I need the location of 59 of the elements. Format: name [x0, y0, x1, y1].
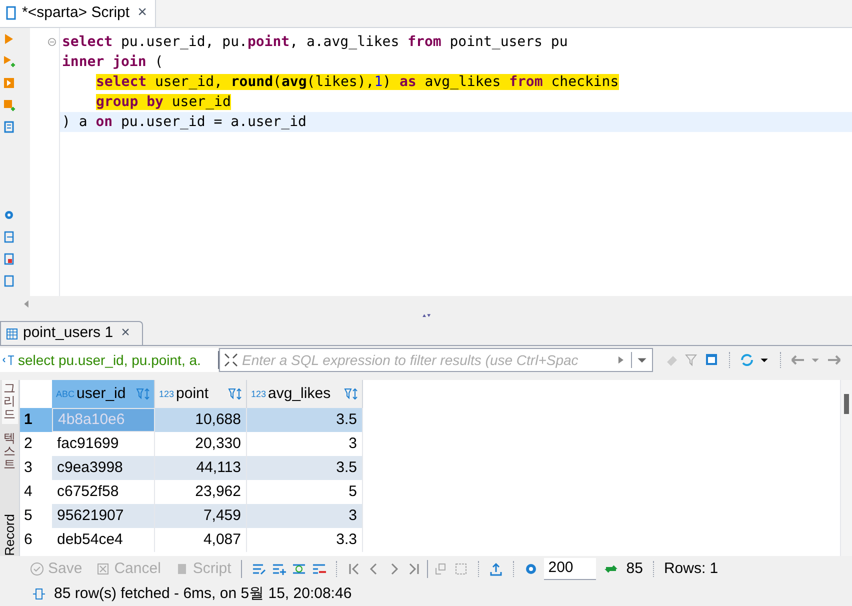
close-icon[interactable]: × — [134, 1, 151, 25]
tab-title: *<sparta> Script — [22, 2, 130, 23]
edit-row-icon[interactable] — [252, 562, 266, 576]
fetched-count: 85 — [626, 558, 643, 579]
run-new-icon[interactable] — [2, 54, 16, 68]
sort-filter-icon[interactable] — [228, 387, 242, 401]
code-line: inner join ( — [62, 54, 164, 70]
view-tab[interactable]: 그리드 — [2, 380, 18, 424]
filter-icon[interactable] — [685, 353, 699, 367]
last-page-icon[interactable] — [407, 562, 422, 576]
close-icon[interactable]: × — [117, 322, 134, 345]
panel-icon[interactable] — [454, 562, 468, 576]
expand-icon[interactable] — [224, 353, 238, 367]
table-cell: 4b8a10e6 — [52, 408, 155, 432]
table-cell: 10,688 — [155, 408, 247, 432]
table-icon[interactable] — [5, 326, 19, 340]
table-cell: 3.5 — [247, 408, 363, 432]
copy-icon[interactable] — [434, 562, 448, 576]
status-icon[interactable] — [32, 587, 46, 601]
column-header[interactable]: 123 avg_likes — [247, 380, 363, 408]
collapse-icon[interactable] — [47, 37, 57, 47]
table-cell: 95621907 — [52, 504, 155, 528]
add-row-icon[interactable] — [272, 562, 286, 576]
delete-row-icon[interactable] — [312, 562, 326, 576]
view-tab[interactable]: 텍스트 — [2, 430, 18, 474]
table-cell: 7,459 — [155, 504, 247, 528]
back-icon[interactable] — [791, 353, 805, 367]
vertical-scrollbar[interactable] — [840, 380, 852, 556]
column-header[interactable]: 123 point — [155, 380, 247, 408]
script-run-new-icon[interactable] — [2, 98, 16, 112]
code-line: ) a on pu.user_id = a.user_id — [62, 114, 306, 130]
editor-tab[interactable]: *<sparta> Script × — [0, 0, 156, 27]
view-tab[interactable]: Record — [0, 514, 19, 556]
query-text: select pu.user_id, pu.point, a. — [18, 350, 201, 370]
sort-filter-icon[interactable] — [344, 387, 358, 401]
status-text: 85 row(s) fetched - 6ms, on 5월 15, 20:08:46 — [54, 584, 352, 604]
table-cell: 3 — [247, 504, 363, 528]
tab-title: point_users 1 — [23, 323, 114, 344]
column-header[interactable]: ABC user_id — [52, 380, 155, 408]
forward-icon[interactable] — [827, 353, 841, 367]
file-icon[interactable] — [2, 252, 16, 266]
table-cell: 3.5 — [247, 456, 363, 480]
check-icon — [30, 562, 44, 576]
table-cell: 44,113 — [155, 456, 247, 480]
code-line: select pu.user_id, pu.point, a.avg_likes from point_users pu — [62, 34, 568, 50]
explain-icon[interactable] — [2, 120, 16, 134]
results-tab[interactable]: point_users 1 × — [0, 321, 143, 345]
rows-count: Rows: 1 — [664, 558, 718, 579]
copy-row-icon[interactable] — [292, 562, 306, 576]
text-icon[interactable] — [2, 353, 16, 367]
refresh-icon[interactable] — [740, 353, 754, 367]
upload-icon[interactable] — [489, 562, 504, 576]
row-number[interactable]: 1 — [20, 408, 52, 432]
cancel-icon — [96, 562, 110, 576]
table-cell: c9ea3998 — [52, 456, 155, 480]
fetch-size-field[interactable]: 200 — [544, 558, 596, 580]
sort-filter-icon[interactable] — [136, 387, 150, 401]
first-page-icon[interactable] — [347, 562, 362, 576]
script-run-icon[interactable] — [2, 76, 16, 90]
